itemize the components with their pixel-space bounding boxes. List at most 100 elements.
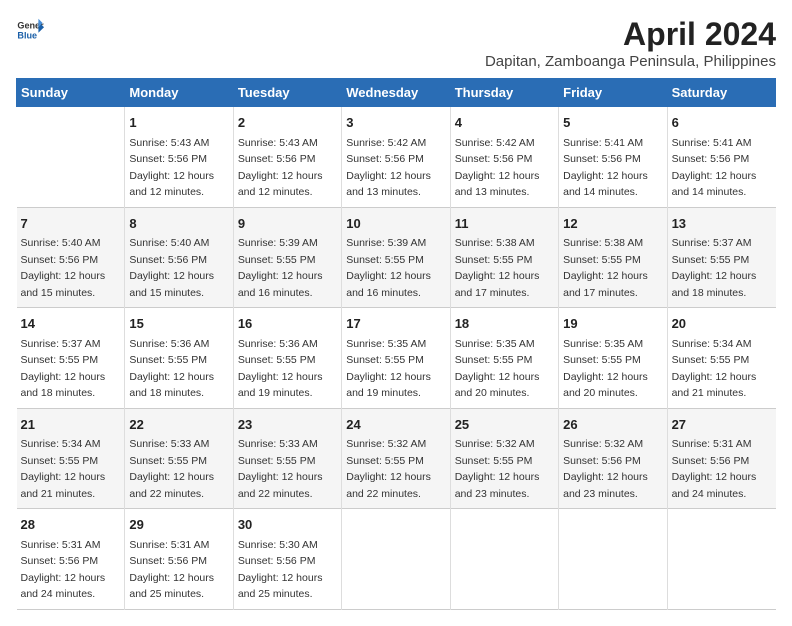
day-info: Sunrise: 5:31 AMSunset: 5:56 PMDaylight:… xyxy=(21,539,106,601)
day-info: Sunrise: 5:37 AMSunset: 5:55 PMDaylight:… xyxy=(21,338,106,400)
calendar-cell xyxy=(667,509,775,610)
calendar-cell: 15 Sunrise: 5:36 AMSunset: 5:55 PMDayligh… xyxy=(125,308,233,409)
day-info: Sunrise: 5:41 AMSunset: 5:56 PMDaylight:… xyxy=(563,137,648,199)
day-info: Sunrise: 5:35 AMSunset: 5:55 PMDaylight:… xyxy=(455,338,540,400)
day-info: Sunrise: 5:39 AMSunset: 5:55 PMDaylight:… xyxy=(346,237,431,299)
day-info: Sunrise: 5:36 AMSunset: 5:55 PMDaylight:… xyxy=(238,338,323,400)
calendar-cell: 21 Sunrise: 5:34 AMSunset: 5:55 PMDayligh… xyxy=(17,408,125,509)
calendar-cell: 26Sunrise: 5:32 AMSunset: 5:56 PMDayligh… xyxy=(559,408,667,509)
day-info: Sunrise: 5:40 AMSunset: 5:56 PMDaylight:… xyxy=(21,237,106,299)
calendar-cell: 27 Sunrise: 5:31 AMSunset: 5:56 PMDayligh… xyxy=(667,408,775,509)
calendar-cell xyxy=(17,107,125,208)
day-info: Sunrise: 5:36 AMSunset: 5:55 PMDaylight:… xyxy=(129,338,214,400)
day-info: Sunrise: 5:34 AMSunset: 5:55 PMDaylight:… xyxy=(21,438,106,500)
calendar-cell xyxy=(342,509,450,610)
day-info: Sunrise: 5:31 AMSunset: 5:56 PMDaylight:… xyxy=(672,438,757,500)
calendar-week-row: 21 Sunrise: 5:34 AMSunset: 5:55 PMDayligh… xyxy=(17,408,776,509)
day-number: 5 xyxy=(563,113,662,133)
day-info: Sunrise: 5:33 AMSunset: 5:55 PMDaylight:… xyxy=(238,438,323,500)
day-info: Sunrise: 5:42 AMSunset: 5:56 PMDaylight:… xyxy=(346,137,431,199)
day-number: 4 xyxy=(455,113,554,133)
calendar-week-row: 28 Sunrise: 5:31 AMSunset: 5:56 PMDayligh… xyxy=(17,509,776,610)
day-number: 15 xyxy=(129,314,228,334)
calendar-cell: 3 Sunrise: 5:42 AMSunset: 5:56 PMDaylight… xyxy=(342,107,450,208)
svg-text:Blue: Blue xyxy=(17,30,37,40)
calendar-cell: 24Sunrise: 5:32 AMSunset: 5:55 PMDayligh… xyxy=(342,408,450,509)
calendar-cell: 16Sunrise: 5:36 AMSunset: 5:55 PMDayligh… xyxy=(233,308,341,409)
day-number: 7 xyxy=(21,214,121,234)
day-number: 20 xyxy=(672,314,772,334)
calendar-cell: 10 Sunrise: 5:39 AMSunset: 5:55 PMDayligh… xyxy=(342,207,450,308)
calendar-cell: 11Sunrise: 5:38 AMSunset: 5:55 PMDayligh… xyxy=(450,207,558,308)
page-title: April 2024 xyxy=(485,16,776,53)
page-subtitle: Dapitan, Zamboanga Peninsula, Philippine… xyxy=(485,53,776,70)
title-area: April 2024 Dapitan, Zamboanga Peninsula,… xyxy=(485,16,776,70)
calendar-cell: 25 Sunrise: 5:32 AMSunset: 5:55 PMDayligh… xyxy=(450,408,558,509)
col-header-wednesday: Wednesday xyxy=(342,79,450,107)
logo-icon: General Blue xyxy=(16,16,44,44)
calendar-cell: 7 Sunrise: 5:40 AMSunset: 5:56 PMDaylight… xyxy=(17,207,125,308)
calendar-cell xyxy=(559,509,667,610)
calendar-cell: 23 Sunrise: 5:33 AMSunset: 5:55 PMDayligh… xyxy=(233,408,341,509)
day-info: Sunrise: 5:32 AMSunset: 5:55 PMDaylight:… xyxy=(455,438,540,500)
calendar-cell: 17Sunrise: 5:35 AMSunset: 5:55 PMDayligh… xyxy=(342,308,450,409)
day-info: Sunrise: 5:31 AMSunset: 5:56 PMDaylight:… xyxy=(129,539,214,601)
day-number: 19 xyxy=(563,314,662,334)
day-number: 3 xyxy=(346,113,445,133)
day-info: Sunrise: 5:41 AMSunset: 5:56 PMDaylight:… xyxy=(672,137,757,199)
day-info: Sunrise: 5:32 AMSunset: 5:56 PMDaylight:… xyxy=(563,438,648,500)
day-number: 25 xyxy=(455,415,554,435)
day-info: Sunrise: 5:34 AMSunset: 5:55 PMDaylight:… xyxy=(672,338,757,400)
day-number: 28 xyxy=(21,515,121,535)
day-number: 27 xyxy=(672,415,772,435)
col-header-sunday: Sunday xyxy=(17,79,125,107)
col-header-tuesday: Tuesday xyxy=(233,79,341,107)
day-number: 29 xyxy=(129,515,228,535)
day-number: 12 xyxy=(563,214,662,234)
calendar-cell: 8Sunrise: 5:40 AMSunset: 5:56 PMDaylight… xyxy=(125,207,233,308)
col-header-monday: Monday xyxy=(125,79,233,107)
day-number: 18 xyxy=(455,314,554,334)
day-number: 14 xyxy=(21,314,121,334)
header: General Blue April 2024 Dapitan, Zamboan… xyxy=(16,16,776,70)
day-number: 1 xyxy=(129,113,228,133)
calendar-cell: 14 Sunrise: 5:37 AMSunset: 5:55 PMDayligh… xyxy=(17,308,125,409)
calendar-cell: 29 Sunrise: 5:31 AMSunset: 5:56 PMDayligh… xyxy=(125,509,233,610)
day-info: Sunrise: 5:37 AMSunset: 5:55 PMDaylight:… xyxy=(672,237,757,299)
day-info: Sunrise: 5:38 AMSunset: 5:55 PMDaylight:… xyxy=(563,237,648,299)
day-number: 8 xyxy=(129,214,228,234)
logo: General Blue xyxy=(16,16,44,44)
day-number: 24 xyxy=(346,415,445,435)
day-number: 10 xyxy=(346,214,445,234)
day-number: 23 xyxy=(238,415,337,435)
day-info: Sunrise: 5:42 AMSunset: 5:56 PMDaylight:… xyxy=(455,137,540,199)
day-info: Sunrise: 5:43 AMSunset: 5:56 PMDaylight:… xyxy=(238,137,323,199)
calendar-cell: 5 Sunrise: 5:41 AMSunset: 5:56 PMDaylight… xyxy=(559,107,667,208)
calendar-table: SundayMondayTuesdayWednesdayThursdayFrid… xyxy=(16,78,776,610)
calendar-cell: 13Sunrise: 5:37 AMSunset: 5:55 PMDayligh… xyxy=(667,207,775,308)
day-info: Sunrise: 5:35 AMSunset: 5:55 PMDaylight:… xyxy=(563,338,648,400)
day-number: 21 xyxy=(21,415,121,435)
calendar-week-row: 1 Sunrise: 5:43 AMSunset: 5:56 PMDaylight… xyxy=(17,107,776,208)
day-info: Sunrise: 5:39 AMSunset: 5:55 PMDaylight:… xyxy=(238,237,323,299)
day-number: 2 xyxy=(238,113,337,133)
calendar-cell: 28 Sunrise: 5:31 AMSunset: 5:56 PMDayligh… xyxy=(17,509,125,610)
calendar-cell: 30 Sunrise: 5:30 AMSunset: 5:56 PMDayligh… xyxy=(233,509,341,610)
calendar-cell: 6Sunrise: 5:41 AMSunset: 5:56 PMDaylight… xyxy=(667,107,775,208)
calendar-cell: 9 Sunrise: 5:39 AMSunset: 5:55 PMDaylight… xyxy=(233,207,341,308)
calendar-cell: 1 Sunrise: 5:43 AMSunset: 5:56 PMDaylight… xyxy=(125,107,233,208)
calendar-cell: 4 Sunrise: 5:42 AMSunset: 5:56 PMDaylight… xyxy=(450,107,558,208)
col-header-saturday: Saturday xyxy=(667,79,775,107)
day-info: Sunrise: 5:30 AMSunset: 5:56 PMDaylight:… xyxy=(238,539,323,601)
calendar-cell: 19 Sunrise: 5:35 AMSunset: 5:55 PMDayligh… xyxy=(559,308,667,409)
calendar-cell: 12 Sunrise: 5:38 AMSunset: 5:55 PMDayligh… xyxy=(559,207,667,308)
day-info: Sunrise: 5:38 AMSunset: 5:55 PMDaylight:… xyxy=(455,237,540,299)
day-number: 22 xyxy=(129,415,228,435)
day-info: Sunrise: 5:35 AMSunset: 5:55 PMDaylight:… xyxy=(346,338,431,400)
day-number: 30 xyxy=(238,515,337,535)
calendar-cell xyxy=(450,509,558,610)
calendar-header-row: SundayMondayTuesdayWednesdayThursdayFrid… xyxy=(17,79,776,107)
calendar-cell: 2 Sunrise: 5:43 AMSunset: 5:56 PMDaylight… xyxy=(233,107,341,208)
day-number: 9 xyxy=(238,214,337,234)
day-info: Sunrise: 5:43 AMSunset: 5:56 PMDaylight:… xyxy=(129,137,214,199)
